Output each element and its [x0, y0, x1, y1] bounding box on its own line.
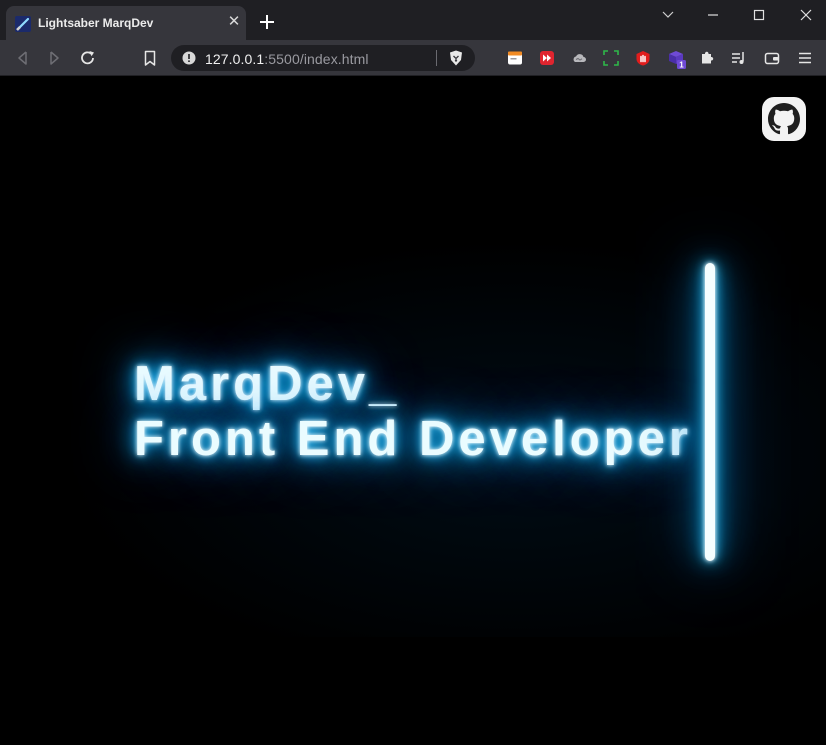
site-info-icon[interactable] [182, 51, 196, 65]
close-window-icon[interactable] [791, 4, 821, 26]
url-path: :5500/index.html [264, 51, 369, 67]
github-link-button[interactable] [762, 97, 806, 141]
tab-strip: Lightsaber MarqDev ✕ [0, 0, 826, 40]
cube-icon[interactable]: 1 [667, 48, 689, 70]
reload-icon[interactable] [78, 48, 98, 68]
playlist-icon[interactable] [731, 50, 747, 66]
tab-close-icon[interactable]: ✕ [226, 14, 242, 30]
minimize-icon[interactable] [698, 4, 728, 26]
brave-shields-lion-icon[interactable] [447, 49, 465, 67]
forward-arrow-icon[interactable] [44, 48, 64, 68]
tab-lightsaber[interactable]: Lightsaber MarqDev ✕ [6, 6, 246, 40]
bookmark-icon[interactable] [140, 48, 160, 68]
url-text[interactable]: 127.0.0.1:5500/index.html [205, 51, 369, 67]
address-bar[interactable]: 127.0.0.1:5500/index.html [171, 45, 475, 71]
browser-window: Lightsaber MarqDev ✕ 127.0.0.1:5500/inde… [0, 0, 826, 745]
menu-icon[interactable] [797, 50, 813, 66]
tab-search-chevron-down-icon[interactable] [653, 4, 683, 26]
lightsaber-blade [705, 263, 715, 561]
extension-badge-count: 1 [679, 61, 684, 70]
headline-name: MarqDev_ [134, 357, 401, 411]
new-tab-plus-icon[interactable] [258, 13, 276, 31]
calendar-icon[interactable] [507, 50, 523, 66]
headline-role: Front End Developer [134, 412, 692, 466]
browser-toolbar: 127.0.0.1:5500/index.html 1 [0, 40, 826, 76]
puzzle-icon[interactable] [699, 50, 715, 66]
url-host: 127.0.0.1 [205, 51, 265, 67]
hand-stop-icon[interactable] [635, 50, 651, 66]
hero-headline: MarqDev_ Front End Developer [134, 357, 692, 467]
screenshot-crop-icon[interactable] [603, 50, 619, 66]
wallet-icon[interactable] [764, 50, 780, 66]
back-arrow-icon[interactable] [13, 48, 33, 68]
lightsaber-favicon-icon [15, 16, 31, 32]
github-icon [768, 103, 800, 135]
media-forward-icon[interactable] [539, 50, 555, 66]
page-viewport: MarqDev_ Front End Developer [0, 77, 826, 745]
tab-title: Lightsaber MarqDev [38, 16, 154, 30]
cloud-icon[interactable] [571, 50, 587, 66]
url-divider [436, 50, 437, 66]
maximize-icon[interactable] [744, 4, 774, 26]
